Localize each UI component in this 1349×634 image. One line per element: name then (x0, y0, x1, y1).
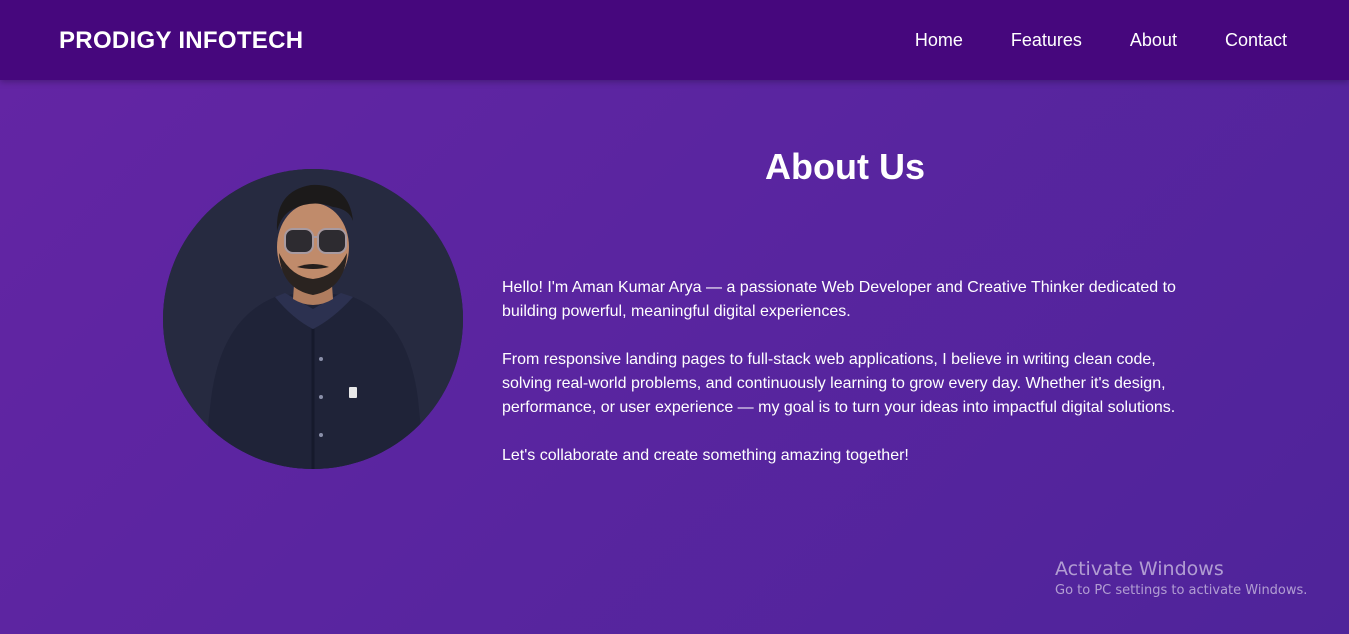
person-portrait-icon (163, 169, 463, 469)
navbar: PRODIGY INFOTECH Home Features About Con… (0, 0, 1349, 80)
nav-link-home[interactable]: Home (915, 29, 963, 51)
about-paragraph-intro: Hello! I'm Aman Kumar Arya — a passionat… (502, 279, 1176, 320)
about-description: Hello! I'm Aman Kumar Arya — a passionat… (502, 276, 1192, 492)
brand-logo[interactable]: PRODIGY INFOTECH (59, 27, 303, 55)
about-paragraph-details: From responsive landing pages to full-st… (502, 351, 1176, 416)
nav-menu: Home Features About Contact (915, 29, 1287, 51)
watermark-title: Activate Windows (1055, 558, 1224, 580)
about-title: About Us (765, 146, 925, 187)
activate-windows-watermark: Activate Windows Go to PC settings to ac… (1055, 557, 1307, 601)
nav-link-contact[interactable]: Contact (1225, 29, 1287, 51)
watermark-subtitle: Go to PC settings to activate Windows. (1055, 583, 1308, 598)
nav-link-features[interactable]: Features (1011, 29, 1082, 51)
about-paragraph-cta: Let's collaborate and create something a… (502, 447, 909, 464)
nav-link-about[interactable]: About (1130, 29, 1177, 51)
profile-photo (163, 169, 463, 469)
